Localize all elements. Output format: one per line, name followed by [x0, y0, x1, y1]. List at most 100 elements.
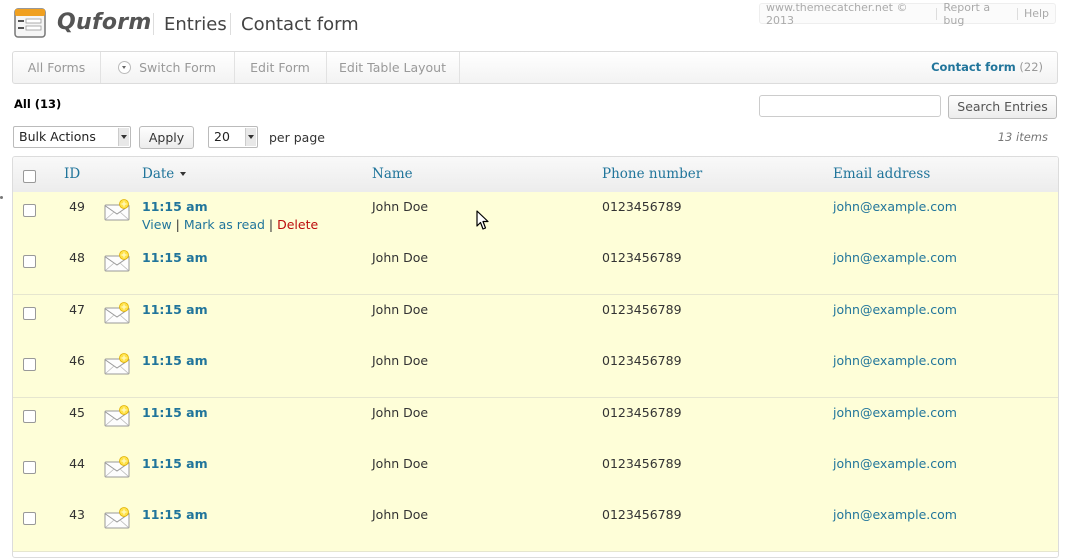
column-header-phone[interactable]: Phone number [602, 166, 702, 182]
entry-email-link[interactable]: john@example.com [833, 405, 957, 420]
select-all-checkbox[interactable] [23, 170, 36, 183]
entry-email-link[interactable]: john@example.com [833, 199, 957, 214]
table-row: 46 11:15 am John Doe 0123456789 john@example… [13, 346, 1058, 399]
switch-form-label: Switch Form [139, 60, 216, 75]
entry-name: John Doe [372, 404, 429, 420]
table-row: 48 11:15 am John Doe 0123456789 john@example… [13, 243, 1058, 296]
column-header-date-label: Date [142, 166, 175, 182]
switch-form-button[interactable]: Switch Form [100, 52, 235, 83]
chevron-down-icon [245, 128, 256, 146]
unread-mail-icon [104, 301, 130, 324]
entry-name: John Doe [372, 301, 429, 317]
entry-phone: 0123456789 [602, 456, 682, 471]
entry-id: 45 [69, 404, 85, 420]
help-link[interactable]: Help [1018, 7, 1055, 20]
table-row: 45 11:15 am John Doe 0123456789 john@example… [13, 397, 1058, 450]
row-checkbox[interactable] [23, 409, 36, 423]
row-checkbox[interactable] [23, 204, 36, 217]
header-links: www.themecatcher.net © 2013 Report a bug… [759, 1, 1056, 27]
table-row: 43 11:15 am John Doe 0123456789 john@example… [13, 500, 1058, 553]
chevron-down-icon [118, 61, 132, 74]
unread-mail-icon [104, 404, 130, 427]
entry-id: 47 [69, 301, 85, 317]
header-divider [153, 13, 154, 35]
view-entry-link[interactable]: View [142, 217, 172, 232]
unread-mail-icon [104, 250, 130, 272]
entry-name: John Doe [372, 353, 429, 369]
apply-button[interactable]: Apply [139, 126, 194, 149]
row-checkbox[interactable] [23, 512, 36, 526]
column-header-name[interactable]: Name [372, 166, 413, 182]
per-page-label: per page [269, 130, 325, 145]
entry-name: John Doe [372, 456, 429, 471]
entry-phone: 0123456789 [602, 353, 682, 369]
all-filter-link[interactable]: All (13) [14, 97, 61, 111]
entry-date-link[interactable]: 11:15 am [142, 456, 208, 471]
row-checkbox[interactable] [23, 306, 36, 320]
per-page-select[interactable]: 20 [208, 126, 258, 148]
entry-date-link[interactable]: 11:15 am [142, 302, 208, 317]
entry-name: John Doe [372, 507, 429, 523]
page-title: Entries [164, 14, 227, 35]
entry-email-link[interactable]: john@example.com [833, 456, 957, 471]
entry-email-link[interactable]: john@example.com [833, 353, 957, 368]
row-checkbox[interactable] [23, 461, 36, 474]
entry-date-link[interactable]: 11:15 am [142, 405, 208, 420]
entry-phone: 0123456789 [602, 250, 682, 266]
table-row: 44 11:15 am John Doe 0123456789 john@example… [13, 449, 1058, 501]
entry-date-link[interactable]: 11:15 am [142, 353, 208, 368]
table-row: 47 11:15 am John Doe 0123456789 john@example… [13, 294, 1058, 347]
unread-mail-icon [104, 199, 130, 221]
delete-entry-link[interactable]: Delete [277, 217, 318, 232]
unread-mail-icon [104, 507, 130, 529]
quform-logo-icon [14, 8, 46, 38]
items-count: 13 items [997, 130, 1048, 144]
entry-phone: 0123456789 [602, 507, 682, 523]
mark-as-read-link[interactable]: Mark as read [184, 217, 265, 232]
entry-email-link[interactable]: john@example.com [833, 302, 957, 317]
row-checkbox[interactable] [23, 358, 36, 372]
current-form-link[interactable]: Contact form [931, 60, 1016, 74]
entry-date-link[interactable]: 11:15 am [142, 507, 208, 522]
header-divider [230, 13, 231, 35]
entry-id: 48 [69, 250, 85, 266]
entry-id: 43 [69, 507, 85, 523]
entry-email-link[interactable]: john@example.com [833, 507, 957, 522]
entry-phone: 0123456789 [602, 199, 682, 214]
form-title: Contact form [241, 14, 359, 35]
all-forms-button[interactable]: All Forms [13, 52, 101, 83]
unread-mail-icon [104, 353, 130, 375]
search-input[interactable] [759, 95, 941, 117]
entry-name: John Doe [372, 250, 429, 266]
website-link[interactable]: www.themecatcher.net © 2013 [760, 1, 936, 27]
table-row: 49 11:15 am John Doe 0123456789 john@example… [13, 192, 1058, 244]
edit-form-button[interactable]: Edit Form [234, 52, 327, 83]
entry-email-link[interactable]: john@example.com [833, 250, 957, 265]
entry-date-link[interactable]: 11:15 am [142, 199, 208, 214]
bulk-actions-select[interactable]: Bulk Actions [13, 126, 131, 148]
entry-phone: 0123456789 [602, 301, 682, 317]
brand-title: Quform [57, 10, 152, 35]
column-header-email[interactable]: Email address [833, 166, 930, 182]
entry-id: 46 [69, 353, 85, 369]
current-form-indicator: Contact form (22) [931, 60, 1043, 74]
current-form-count: (22) [1019, 60, 1043, 74]
entry-name: John Doe [372, 199, 429, 214]
bulk-actions-value: Bulk Actions [19, 129, 96, 144]
edge-marker [0, 196, 3, 199]
column-header-id[interactable]: ID [64, 166, 80, 182]
per-page-value: 20 [214, 129, 230, 144]
entry-date-link[interactable]: 11:15 am [142, 250, 208, 265]
report-bug-link[interactable]: Report a bug [937, 1, 1017, 27]
row-actions: View | Mark as read | Delete [142, 217, 319, 232]
column-header-date[interactable]: Date [142, 166, 187, 182]
mouse-cursor-icon [476, 210, 489, 230]
entries-table: ID Date Name Phone number Email address … [12, 156, 1059, 558]
form-nav-bar: All Forms Switch Form Edit Form Edit Tab… [12, 51, 1058, 84]
entry-id: 49 [69, 199, 85, 214]
table-header: ID Date Name Phone number Email address [13, 157, 1058, 193]
entry-phone: 0123456789 [602, 404, 682, 420]
edit-table-layout-button[interactable]: Edit Table Layout [326, 52, 460, 83]
search-entries-button[interactable]: Search Entries [948, 95, 1057, 119]
row-checkbox[interactable] [23, 255, 36, 269]
